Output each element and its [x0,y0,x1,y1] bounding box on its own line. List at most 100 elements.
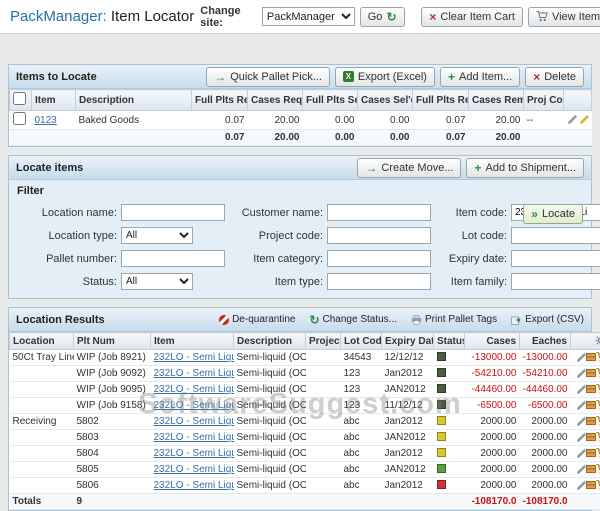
edit-icon[interactable] [568,115,577,124]
result-item-link[interactable]: 232LO - Semi Liquid [154,352,234,363]
site-select[interactable]: PackManager [262,7,355,26]
add-to-cart-icon[interactable] [596,448,600,458]
add-to-cart-icon[interactable] [596,432,600,442]
clear-item-cart-button[interactable]: ×Clear Item Cart [421,7,523,27]
item-type-label: Item type: [231,276,323,288]
cell-expiry-date: Jan2012 [382,446,434,462]
edit-icon[interactable] [577,465,586,474]
create-move-button[interactable]: →Create Move... [357,158,461,178]
lot-code-label: Lot code: [437,230,507,242]
result-item-link[interactable]: 232LO - Semi Liquid [154,480,234,491]
totals-label: Totals [10,494,74,510]
locate-label: Locate [542,208,575,220]
result-item-link[interactable]: 232LO - Semi Liquid [154,432,234,443]
add-to-shipment-button[interactable]: +Add to Shipment... [466,158,584,178]
project-code-input[interactable] [327,227,431,244]
view-item-cart-button[interactable]: View Item Cart [528,7,600,27]
cell-cases-rem: 20.00 [469,111,524,130]
item-type-input[interactable] [327,273,431,290]
location-type-select[interactable]: All [121,227,193,244]
pallet-icon[interactable] [586,417,596,425]
green-arrow-icon: → [365,163,377,173]
delete-icon: × [533,72,540,82]
pallet-number-input[interactable] [121,250,225,267]
result-item-link[interactable]: 232LO - Semi Liquid [154,464,234,475]
cell-project [306,462,341,478]
cell-project [306,382,341,398]
cell-description: Semi-liquid (OOG -- [234,430,306,446]
pallet-icon[interactable] [586,449,596,457]
app-name: PackManager: [10,8,107,25]
add-to-cart-icon[interactable] [596,352,600,362]
export-csv-action[interactable]: Export (CSV) [511,314,584,325]
result-item-link[interactable]: 232LO - Semi Liquid [154,400,234,411]
edit-icon[interactable] [577,369,586,378]
grid-settings-icon[interactable] [595,335,600,346]
row-checkbox[interactable] [13,112,26,125]
cell-cases: 2000.00 [465,462,520,478]
item-link[interactable]: 0123 [35,115,57,126]
pallet-icon[interactable] [586,353,596,361]
lot-code-input[interactable] [511,227,600,244]
item-code-label: Item code: [437,207,507,219]
cell-eaches: 2000.00 [520,462,571,478]
cell-plt-num: 5804 [74,446,151,462]
totals-cases: -108170.0 [465,494,520,510]
add-to-cart-icon[interactable] [596,384,600,394]
de-quarantine-action[interactable]: De-quarantine [219,314,295,325]
pick-icon[interactable] [580,115,589,124]
pallet-icon[interactable] [586,369,596,377]
change-status-action[interactable]: ↻Change Status... [309,314,397,325]
result-item-link[interactable]: 232LO - Semi Liquid [154,384,234,395]
edit-icon[interactable] [577,401,586,410]
cell-proj-code: -- [524,111,564,130]
item-family-input[interactable] [511,273,600,290]
pallet-icon[interactable] [586,385,596,393]
customer-name-input[interactable] [327,204,431,221]
items-section-header: Items to Locate →Quick Pallet Pick... XE… [9,65,591,89]
status-select[interactable]: All [121,273,193,290]
expiry-date-input[interactable] [511,250,600,267]
edit-icon[interactable] [577,385,586,394]
go-button[interactable]: Go↻ [360,7,405,27]
col-cases-rem: Cases Rem. [469,90,524,111]
export-excel-button[interactable]: XExport (Excel) [335,67,435,87]
add-item-button[interactable]: +Add Item... [440,67,520,87]
add-to-cart-icon[interactable] [596,416,600,426]
cell-full-plts-rem: 0.07 [413,111,469,130]
results-section-header: Location Results De-quarantine ↻Change S… [9,308,591,332]
add-to-cart-icon[interactable] [596,480,600,490]
go-label: Go [368,11,383,23]
col-status: Status [434,333,465,350]
cell-cases: -6500.00 [465,398,520,414]
pallet-icon[interactable] [586,433,596,441]
pallet-icon[interactable] [586,481,596,489]
delete-button[interactable]: ×Delete [525,67,584,87]
locate-button[interactable]: » Locate [523,204,583,224]
location-name-input[interactable] [121,204,225,221]
add-to-cart-icon[interactable] [596,368,600,378]
edit-icon[interactable] [577,353,586,362]
pallet-icon[interactable] [586,465,596,473]
col-location: Location [10,333,74,350]
result-item-link[interactable]: 232LO - Semi Liquid [154,368,234,379]
result-item-link[interactable]: 232LO - Semi Liquid [154,416,234,427]
cell-description: Semi-liquid (OOG -- [234,366,306,382]
pallet-icon[interactable] [586,401,596,409]
edit-icon[interactable] [577,481,586,490]
edit-icon[interactable] [577,449,586,458]
edit-icon[interactable] [577,433,586,442]
location-type-label: Location type: [17,230,117,242]
locate-section-title: Locate items [16,162,83,174]
print-pallet-tags-action[interactable]: Print Pallet Tags [411,314,497,325]
quick-pallet-pick-button[interactable]: →Quick Pallet Pick... [206,67,330,87]
item-category-input[interactable] [327,250,431,267]
add-to-cart-icon[interactable] [596,464,600,474]
cell-cases: 2000.00 [465,446,520,462]
select-all-checkbox[interactable] [13,92,26,105]
edit-icon[interactable] [577,417,586,426]
add-to-cart-icon[interactable] [596,400,600,410]
result-item-link[interactable]: 232LO - Semi Liquid [154,448,234,459]
cell-description: Semi-liquid (OOG -- [234,478,306,494]
double-chevron-icon: » [531,209,538,219]
